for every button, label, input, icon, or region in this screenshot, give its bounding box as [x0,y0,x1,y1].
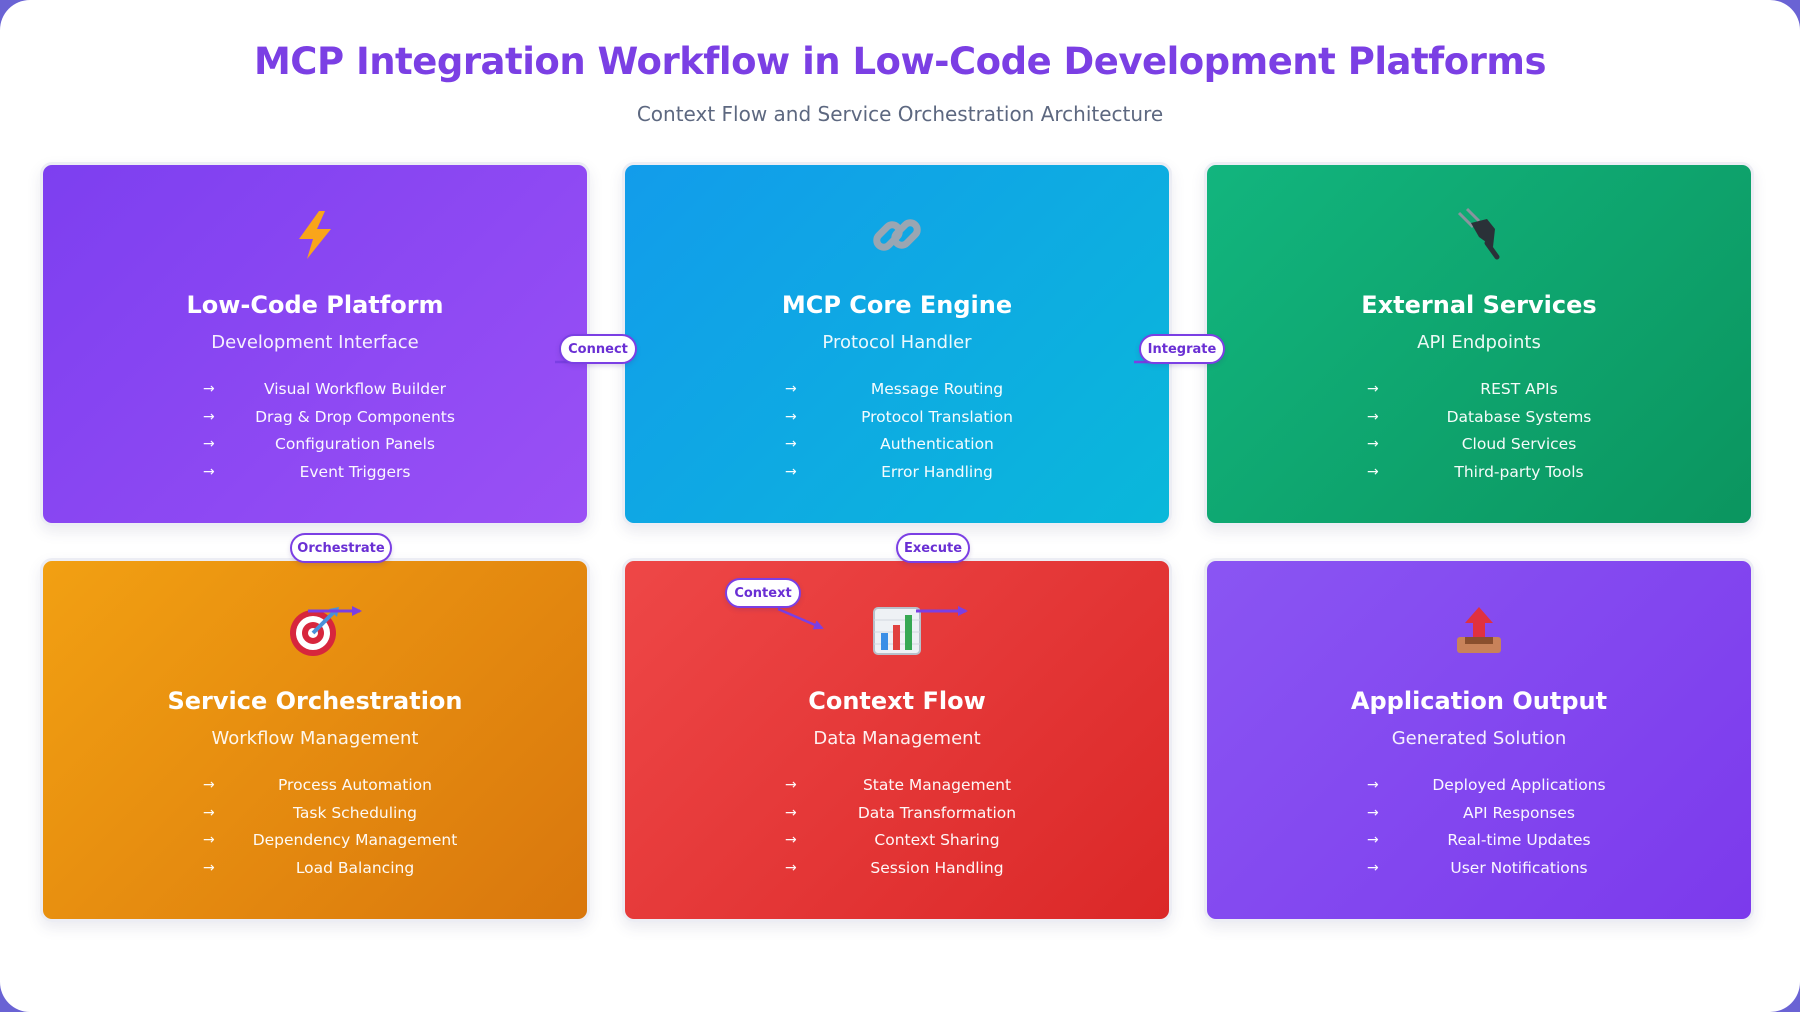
card-low-code-platform: Low-Code Platform Development Interface … [40,162,590,526]
feature-list: → Visual Workflow Builder → Drag & Drop Co… [203,375,483,486]
page-subtitle: Context Flow and Service Orchestration A… [636,102,1164,126]
bar-chart-icon [625,601,1169,661]
list-item: → Session Handling [785,858,1004,877]
arrow-right-icon: → [1367,859,1379,876]
card-subtitle: Generated Solution [1391,728,1567,749]
feature-list: → State Management → Data Transformation →… [785,771,1065,882]
connector-label-context: Context [725,578,801,608]
feature-list: → Process Automation → Task Scheduling → De… [203,771,483,882]
plug-icon [1207,205,1751,265]
arrow-right-icon: → [785,408,797,425]
list-item: → Third-party Tools [1367,462,1584,481]
arrow-right-icon: → [203,804,215,821]
connector-label-execute: Execute [896,533,970,563]
arrow-right-icon: → [203,436,215,453]
list-item: → Drag & Drop Components [203,407,455,426]
arrow-right-icon: → [785,776,797,793]
list-item: → Protocol Translation [785,407,1013,426]
card-external-services: External Services API Endpoints → REST AP… [1204,162,1754,526]
feature-list: → Message Routing → Protocol Translation →… [785,375,1065,486]
arrow-right-icon: → [1367,380,1379,397]
link-icon [625,205,1169,265]
list-item: → REST APIs [1367,379,1558,398]
feature-list: → REST APIs → Database Systems → Cloud Serv… [1367,375,1647,486]
list-item: → Visual Workflow Builder [203,379,447,398]
list-item: → Real-time Updates [1367,831,1591,850]
arrow-right-icon: → [785,463,797,480]
list-item: → Cloud Services [1367,435,1577,454]
list-item: → Process Automation [203,775,432,794]
card-title: Application Output [1350,687,1608,715]
list-item: → State Management [785,775,1012,794]
list-item: → Configuration Panels [203,435,435,454]
card-mcp-core-engine: MCP Core Engine Protocol Handler → Messag… [622,162,1172,526]
outbox-tray-icon [1207,601,1751,661]
arrow-right-icon: → [785,804,797,821]
arrow-right-icon: → [785,832,797,849]
connector-label-integrate: Integrate [1139,334,1225,364]
connector-label-connect: Connect [559,334,637,364]
card-title: Context Flow [808,687,986,715]
card-title: Low-Code Platform [186,291,444,319]
target-icon [43,601,587,661]
arrow-right-icon: → [785,380,797,397]
list-item: → Authentication [785,435,994,454]
list-item: → User Notifications [1367,858,1588,877]
card-subtitle: Protocol Handler [822,332,972,353]
list-item: → Data Transformation [785,803,1017,822]
card-title: Service Orchestration [167,687,463,715]
arrow-right-icon: → [785,436,797,453]
arrow-right-icon: → [1367,776,1379,793]
list-item: → Context Sharing [785,831,1000,850]
arrow-right-icon: → [1367,436,1379,453]
arrow-right-icon: → [1367,804,1379,821]
diagram-canvas: MCP Integration Workflow in Low-Code Dev… [0,0,1800,1012]
arrow-right-icon: → [203,463,215,480]
card-title: External Services [1361,291,1597,319]
list-item: → Dependency Management [203,831,458,850]
list-item: → Task Scheduling [203,803,418,822]
feature-list: → Deployed Applications → API Responses → R… [1367,771,1647,882]
arrow-right-icon: → [1367,408,1379,425]
arrow-right-icon: → [1367,832,1379,849]
card-service-orchestration: Service Orchestration Workflow Managemen… [40,558,590,922]
list-item: → Database Systems [1367,407,1592,426]
list-item: → Load Balancing [203,858,415,877]
list-item: → Deployed Applications [1367,775,1606,794]
card-subtitle: API Endpoints [1417,332,1541,353]
arrow-right-icon: → [203,832,215,849]
arrow-right-icon: → [203,380,215,397]
lightning-icon [43,205,587,265]
card-application-output: Application Output Generated Solution → D… [1204,558,1754,922]
arrow-right-icon: → [1367,463,1379,480]
arrow-right-icon: → [203,859,215,876]
arrow-right-icon: → [785,859,797,876]
arrow-right-icon: → [203,408,215,425]
card-title: MCP Core Engine [781,291,1013,319]
connector-label-orchestrate: Orchestrate [290,533,392,563]
list-item: → Message Routing [785,379,1004,398]
card-context-flow: Context Flow Data Management → State Mana… [622,558,1172,922]
card-subtitle: Data Management [813,728,981,749]
arrow-right-icon: → [203,776,215,793]
card-subtitle: Workflow Management [211,728,419,749]
card-subtitle: Development Interface [211,332,419,353]
list-item: → Error Handling [785,462,993,481]
page-title: MCP Integration Workflow in Low-Code Dev… [253,40,1547,83]
list-item: → API Responses [1367,803,1575,822]
list-item: → Event Triggers [203,462,411,481]
